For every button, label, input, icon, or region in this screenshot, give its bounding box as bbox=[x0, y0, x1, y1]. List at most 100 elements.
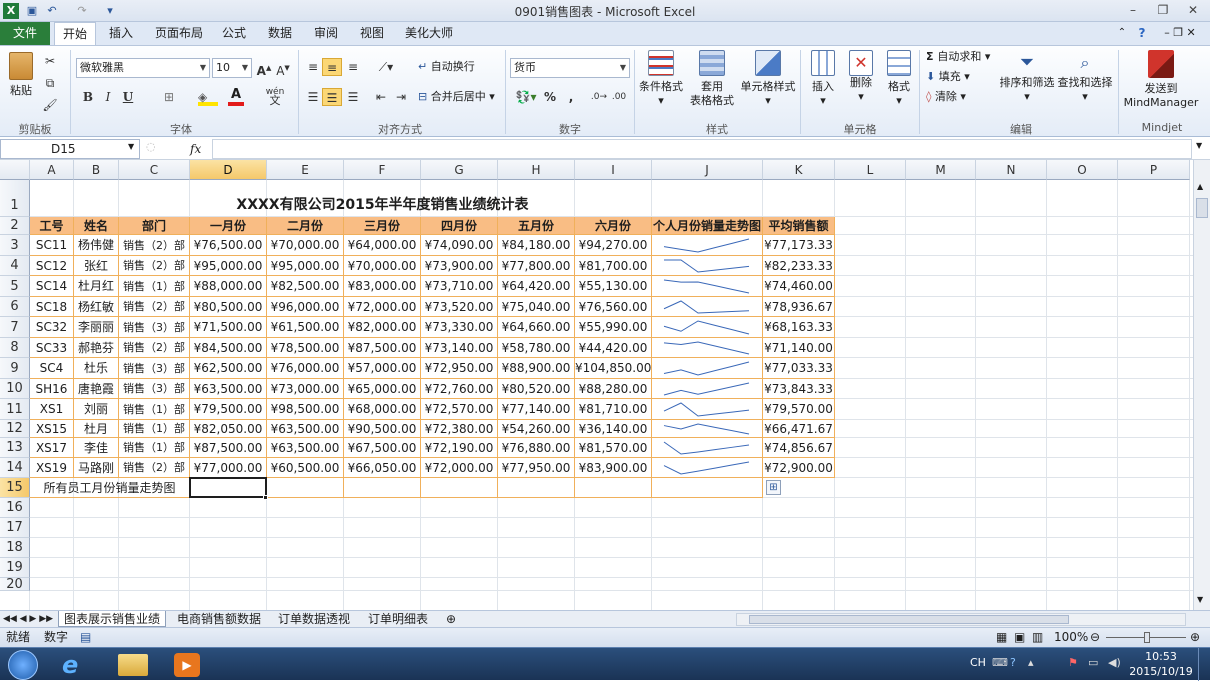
sales-cell[interactable]: ¥74,090.00 bbox=[421, 235, 498, 256]
name-cell[interactable]: 杜月 bbox=[74, 420, 119, 438]
merge-center-button[interactable]: ⊟ 合并后居中 ▾ bbox=[418, 90, 506, 104]
sparkline-cell[interactable] bbox=[652, 399, 763, 420]
lang-indicator[interactable]: CH bbox=[970, 656, 986, 669]
row-header[interactable]: 11 bbox=[0, 399, 30, 420]
dept-cell[interactable]: 销售（3）部 bbox=[119, 358, 190, 379]
tab-home[interactable]: 开始 bbox=[54, 22, 96, 45]
sales-cell[interactable]: ¥36,140.00 bbox=[575, 420, 652, 438]
help-tray-icon[interactable]: ? bbox=[1010, 656, 1016, 669]
avg-cell[interactable]: ¥74,856.67 bbox=[763, 438, 835, 458]
orientation-icon[interactable]: ⟋▾ bbox=[374, 58, 398, 76]
id-cell[interactable]: SC18 bbox=[30, 297, 74, 317]
sales-cell[interactable]: ¥76,880.00 bbox=[498, 438, 575, 458]
row-header[interactable]: 14 bbox=[0, 458, 30, 478]
sales-cell[interactable]: ¥77,000.00 bbox=[190, 458, 267, 478]
sales-cell[interactable]: ¥70,000.00 bbox=[344, 256, 421, 276]
workbook-window-controls[interactable]: – ❐ ✕ bbox=[1155, 22, 1205, 45]
sparkline-cell[interactable] bbox=[652, 420, 763, 438]
worksheet-grid[interactable]: A B C D E F G H I J K L M N O P 1 2 3 4 5 6 7 8 9 10 11 12 13 14 15 16 1… bbox=[0, 160, 1193, 610]
align-right-icon[interactable]: ☰ bbox=[344, 88, 362, 106]
sheet-tab[interactable]: 订单数据透视 bbox=[272, 611, 356, 627]
row-header[interactable]: 20 bbox=[0, 578, 30, 591]
sparkline-cell[interactable] bbox=[652, 317, 763, 338]
sales-cell[interactable]: ¥72,000.00 bbox=[344, 297, 421, 317]
sales-cell[interactable]: ¥77,800.00 bbox=[498, 256, 575, 276]
font-size-combo[interactable]: 10 ▼ bbox=[212, 58, 252, 78]
id-cell[interactable]: SC4 bbox=[30, 358, 74, 379]
sales-cell[interactable]: ¥84,500.00 bbox=[190, 338, 267, 358]
close-button[interactable]: ✕ bbox=[1180, 2, 1206, 19]
empty-cell[interactable] bbox=[267, 478, 344, 498]
empty-cell[interactable] bbox=[498, 478, 575, 498]
row-header[interactable]: 10 bbox=[0, 379, 30, 399]
explorer-folder-icon[interactable] bbox=[118, 654, 148, 676]
sales-cell[interactable]: ¥73,330.00 bbox=[421, 317, 498, 338]
sales-cell[interactable]: ¥77,950.00 bbox=[498, 458, 575, 478]
id-cell[interactable]: XS17 bbox=[30, 438, 74, 458]
sales-cell[interactable]: ¥44,420.00 bbox=[575, 338, 652, 358]
sales-cell[interactable]: ¥71,500.00 bbox=[190, 317, 267, 338]
delete-cells-button[interactable]: ✕ 删除 ▾ bbox=[844, 50, 878, 104]
sales-cell[interactable]: ¥95,000.00 bbox=[267, 256, 344, 276]
percent-button[interactable]: % bbox=[542, 88, 558, 106]
id-cell[interactable]: SC14 bbox=[30, 276, 74, 297]
sales-cell[interactable]: ¥82,050.00 bbox=[190, 420, 267, 438]
grow-font-icon[interactable]: A▲ bbox=[256, 59, 272, 78]
increase-indent-icon[interactable]: ⇥ bbox=[392, 88, 410, 106]
sheet-nav-icons[interactable]: ◀◀ ◀ ▶ ▶▶ bbox=[2, 611, 54, 627]
sales-cell[interactable]: ¥72,380.00 bbox=[421, 420, 498, 438]
font-name-combo[interactable]: 微软雅黑 ▼ bbox=[76, 58, 210, 78]
copy-icon[interactable]: ⧉ bbox=[40, 74, 60, 92]
sales-cell[interactable]: ¥94,270.00 bbox=[575, 235, 652, 256]
avg-cell[interactable]: ¥74,460.00 bbox=[763, 276, 835, 297]
zoom-out-icon[interactable]: ⊖ bbox=[1090, 628, 1100, 647]
column-header[interactable]: O bbox=[1047, 160, 1118, 180]
sales-cell[interactable]: ¥67,500.00 bbox=[344, 438, 421, 458]
help-icon[interactable]: ? bbox=[1133, 22, 1151, 45]
align-middle-icon[interactable]: ≡ bbox=[322, 58, 342, 76]
row-header[interactable]: 15 bbox=[0, 478, 30, 498]
id-cell[interactable]: XS15 bbox=[30, 420, 74, 438]
column-header[interactable]: K bbox=[763, 160, 835, 180]
dept-cell[interactable]: 销售（1）部 bbox=[119, 276, 190, 297]
sort-filter-button[interactable]: ⏷ 排序和筛选 ▾ bbox=[998, 50, 1056, 104]
row-header[interactable]: 19 bbox=[0, 558, 30, 578]
horizontal-scrollbar[interactable] bbox=[736, 613, 1186, 626]
row-header[interactable]: 2 bbox=[0, 217, 30, 235]
id-cell[interactable]: SC11 bbox=[30, 235, 74, 256]
tab-insert[interactable]: 插入 bbox=[100, 22, 142, 45]
dept-cell[interactable]: 销售（2）部 bbox=[119, 458, 190, 478]
sales-cell[interactable]: ¥64,660.00 bbox=[498, 317, 575, 338]
column-header[interactable]: F bbox=[344, 160, 421, 180]
start-button-icon[interactable] bbox=[8, 650, 38, 680]
avg-cell[interactable]: ¥78,936.67 bbox=[763, 297, 835, 317]
sales-cell[interactable]: ¥79,500.00 bbox=[190, 399, 267, 420]
empty-cell[interactable] bbox=[652, 478, 763, 498]
name-cell[interactable]: 杨红敏 bbox=[74, 297, 119, 317]
media-player-icon[interactable]: ▶ bbox=[174, 653, 200, 677]
row-header[interactable]: 6 bbox=[0, 297, 30, 317]
sales-cell[interactable]: ¥96,000.00 bbox=[267, 297, 344, 317]
id-cell[interactable]: SC32 bbox=[30, 317, 74, 338]
zoom-slider-thumb[interactable] bbox=[1144, 632, 1150, 643]
avg-cell[interactable]: ¥71,140.00 bbox=[763, 338, 835, 358]
align-bottom-icon[interactable]: ≡ bbox=[344, 58, 362, 76]
sales-cell[interactable]: ¥76,560.00 bbox=[575, 297, 652, 317]
sales-cell[interactable]: ¥60,500.00 bbox=[267, 458, 344, 478]
insert-cells-button[interactable]: 插入 ▾ bbox=[806, 50, 840, 108]
column-title[interactable]: 一月份 bbox=[190, 217, 267, 235]
send-to-mindmanager-button[interactable]: 发送到 MindManager bbox=[1122, 50, 1200, 110]
fill-color-icon[interactable]: ◈ bbox=[198, 90, 218, 106]
sales-cell[interactable]: ¥104,850.00 bbox=[575, 358, 652, 379]
scroll-down-icon[interactable]: ▼ bbox=[1197, 595, 1208, 607]
selected-cell-d15[interactable] bbox=[189, 477, 267, 498]
format-cells-button[interactable]: 格式 ▾ bbox=[882, 50, 916, 108]
sales-cell[interactable]: ¥82,000.00 bbox=[344, 317, 421, 338]
sheet-tab[interactable]: 订单明细表 bbox=[362, 611, 434, 627]
column-header[interactable]: L bbox=[835, 160, 906, 180]
sales-cell[interactable]: ¥73,520.00 bbox=[421, 297, 498, 317]
h-scroll-thumb[interactable] bbox=[749, 615, 1069, 624]
row-header[interactable]: 3 bbox=[0, 235, 30, 256]
align-center-icon[interactable]: ☰ bbox=[322, 88, 342, 106]
volume-icon[interactable]: ◀) bbox=[1108, 656, 1121, 669]
